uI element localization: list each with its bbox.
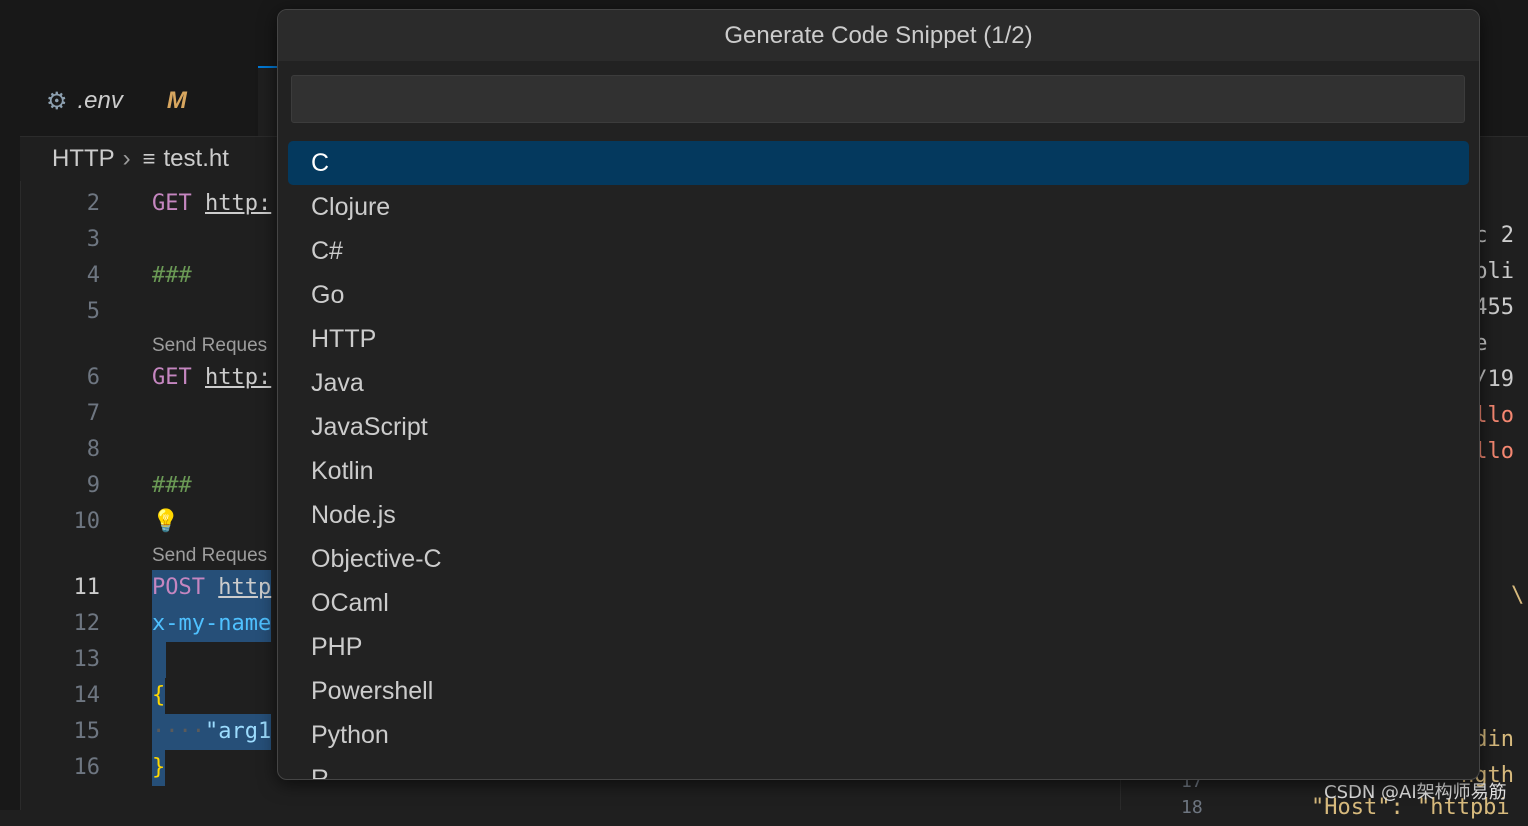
quick-pick-title: Generate Code Snippet (1/2) <box>278 10 1479 61</box>
chevron-right-icon: › <box>122 145 131 172</box>
file-lines-icon: ≡ <box>142 146 156 171</box>
json-key: "arg1 <box>204 719 272 744</box>
http-method: GET <box>152 191 192 216</box>
send-request-lens[interactable]: Send Reques <box>152 538 267 574</box>
line-number: 10 <box>73 509 101 534</box>
list-item[interactable]: Powershell <box>288 669 1469 713</box>
list-item[interactable]: Kotlin <box>288 449 1469 493</box>
line-number: 14 <box>73 683 101 708</box>
list-item[interactable]: Go <box>288 273 1469 317</box>
list-item[interactable]: Clojure <box>288 185 1469 229</box>
json-brace: } <box>152 750 166 786</box>
line-number: 5 <box>86 299 100 324</box>
list-item[interactable]: Objective-C <box>288 537 1469 581</box>
list-item[interactable]: C <box>288 141 1469 185</box>
list-item[interactable]: Python <box>288 713 1469 757</box>
line-number: 12 <box>73 611 101 636</box>
tab-env[interactable]: ⚙ .env M <box>20 66 258 136</box>
list-item[interactable]: OCaml <box>288 581 1469 625</box>
request-separator: ### <box>152 473 192 498</box>
list-item[interactable]: R <box>288 757 1469 779</box>
list-item[interactable]: JavaScript <box>288 405 1469 449</box>
watermark: CSDN @AI架构师易筋 <box>1324 782 1507 803</box>
line-number: 3 <box>86 227 100 252</box>
line-number: 16 <box>73 755 101 780</box>
modified-badge: M <box>166 87 187 114</box>
line-number: 13 <box>73 647 101 672</box>
request-url[interactable]: http <box>218 575 271 600</box>
response-text: \ <box>1511 583 1525 608</box>
gear-icon: ⚙ <box>46 87 68 115</box>
list-item[interactable]: Java <box>288 361 1469 405</box>
breadcrumb-file[interactable]: test.ht <box>164 145 229 173</box>
line-number: 11 <box>73 575 101 600</box>
http-method: POST <box>152 575 205 600</box>
quick-pick-list: C Clojure C# Go HTTP Java JavaScript Kot… <box>288 141 1469 779</box>
line-number: 18 <box>1181 797 1203 818</box>
http-method: GET <box>152 365 192 390</box>
list-item[interactable]: HTTP <box>288 317 1469 361</box>
list-item[interactable]: PHP <box>288 625 1469 669</box>
request-url[interactable]: http: <box>205 365 271 390</box>
activity-bar <box>0 66 21 810</box>
json-brace: { <box>152 678 166 714</box>
request-url[interactable]: http: <box>205 191 271 216</box>
line-number: 15 <box>73 719 101 744</box>
lightbulb-icon[interactable]: 💡 <box>152 504 179 540</box>
line-number: 2 <box>86 191 100 216</box>
line-number: 8 <box>86 437 100 462</box>
breadcrumb-root[interactable]: HTTP <box>52 145 115 173</box>
list-item[interactable]: C# <box>288 229 1469 273</box>
request-separator: ### <box>152 263 192 288</box>
line-number: 6 <box>86 365 100 390</box>
header-name: x-my-name <box>152 606 272 642</box>
quick-pick: Generate Code Snippet (1/2) C Clojure C#… <box>277 9 1480 780</box>
line-number: 7 <box>86 401 100 426</box>
list-item[interactable]: Node.js <box>288 493 1469 537</box>
quick-pick-input[interactable] <box>291 75 1465 123</box>
tab-env-label: .env <box>77 87 123 114</box>
line-number: 9 <box>86 473 100 498</box>
line-number: 4 <box>86 263 100 288</box>
send-request-lens[interactable]: Send Reques <box>152 328 267 364</box>
